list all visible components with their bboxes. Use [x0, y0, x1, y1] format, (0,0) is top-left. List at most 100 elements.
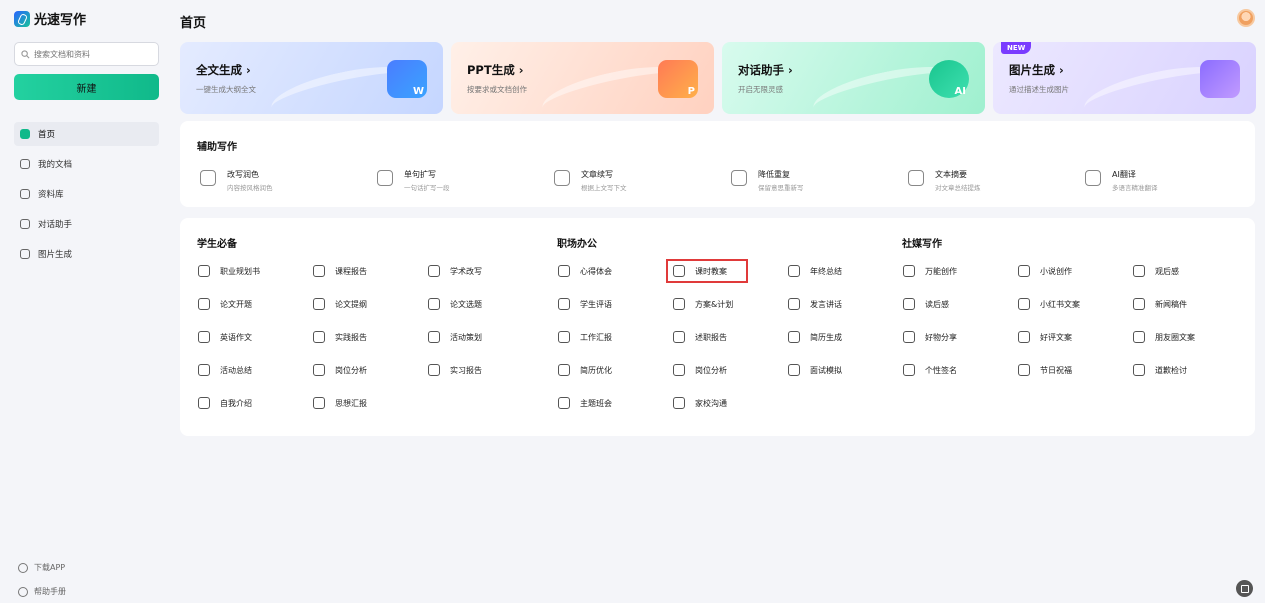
- tool-label: 好物分享: [925, 332, 957, 342]
- tool-label: 小说创作: [1040, 266, 1072, 276]
- tool-icon: [1133, 265, 1145, 277]
- tool-item[interactable]: 节日祝福: [1017, 361, 1132, 379]
- tool-label: 自我介绍: [220, 398, 252, 408]
- tool-item[interactable]: 发言讲话: [787, 295, 902, 313]
- summary-icon: [908, 170, 924, 186]
- download-app-label: 下载APP: [34, 563, 66, 572]
- tool-item[interactable]: 简历生成: [787, 328, 902, 346]
- tool-item[interactable]: 朋友圈文案: [1132, 328, 1247, 346]
- tool-icon: [1133, 364, 1145, 376]
- search-input[interactable]: [34, 49, 152, 59]
- tool-label: 万能创作: [925, 266, 957, 276]
- sidebar-item-image-generation[interactable]: 图片生成: [14, 242, 159, 266]
- tool-item[interactable]: 自我介绍: [197, 394, 312, 412]
- card-image-generation[interactable]: NEW 图片生成 › 通过描述生成图片: [993, 42, 1256, 114]
- assist-item-desc: 一句话扩写一段: [404, 184, 450, 192]
- logo-icon: [14, 10, 30, 27]
- tool-item[interactable]: 思想汇报: [312, 394, 427, 412]
- assist-item-translate[interactable]: AI翻译 多语言精准翻译: [1085, 169, 1262, 192]
- card-ppt-generation[interactable]: PPT生成 › 按要求或文档创作 P: [451, 42, 714, 114]
- section-title: 学生必备: [197, 239, 237, 250]
- tool-item[interactable]: 简历优化: [557, 361, 672, 379]
- tool-item[interactable]: 方案&计划: [672, 295, 787, 313]
- tool-item[interactable]: 面试模拟: [787, 361, 902, 379]
- assist-item-rewrite[interactable]: 改写润色 内容按风格润色: [200, 169, 377, 192]
- tool-item[interactable]: 论文开题: [197, 295, 312, 313]
- tool-label: 学术改写: [450, 266, 482, 276]
- tool-item[interactable]: 学生评语: [557, 295, 672, 313]
- tool-item[interactable]: 职业规划书: [197, 262, 312, 280]
- image-icon: [20, 249, 30, 259]
- sidebar-item-label: 资料库: [38, 190, 64, 200]
- tool-item[interactable]: 英语作文: [197, 328, 312, 346]
- tool-item[interactable]: 家校沟通: [672, 394, 787, 412]
- new-button[interactable]: 新建: [14, 74, 159, 100]
- assist-item-name: AI翻译: [1112, 170, 1136, 179]
- feedback-edit-button[interactable]: [1236, 580, 1253, 597]
- help-manual-link[interactable]: 帮助手册: [18, 586, 66, 597]
- search-box[interactable]: [14, 42, 159, 66]
- tool-item[interactable]: 观后感: [1132, 262, 1247, 280]
- tool-icon: [198, 397, 210, 409]
- tool-label: 读后感: [925, 299, 949, 309]
- tool-item[interactable]: 岗位分析: [312, 361, 427, 379]
- tool-item[interactable]: 活动策划: [427, 328, 542, 346]
- search-icon: [21, 49, 30, 58]
- section-student: 学生必备 职业规划书 课程报告 学术改写 论文开题 论文提纲 论文选题 英语作文 实践报告 活动…: [197, 235, 542, 412]
- tool-item[interactable]: 新闻稿件: [1132, 295, 1247, 313]
- tool-item[interactable]: 道歉检讨: [1132, 361, 1247, 379]
- tool-item[interactable]: 好物分享: [902, 328, 1017, 346]
- tool-item[interactable]: 实践报告: [312, 328, 427, 346]
- tool-item[interactable]: 课时教案: [666, 259, 748, 283]
- tool-icon: [428, 265, 440, 277]
- tool-item[interactable]: 好评文案: [1017, 328, 1132, 346]
- assist-tools: 改写润色 内容按风格润色 单句扩写 一句话扩写一段 文章续写 根据上文写下文 降低重复…: [200, 169, 1262, 192]
- tool-item[interactable]: 个性签名: [902, 361, 1017, 379]
- tool-label: 年终总结: [810, 266, 842, 276]
- tool-item[interactable]: 小说创作: [1017, 262, 1132, 280]
- tool-item[interactable]: 读后感: [902, 295, 1017, 313]
- tool-icon: [1133, 331, 1145, 343]
- assist-item-summary[interactable]: 文本摘要 对文章总结提炼: [908, 169, 1085, 192]
- tool-icon: [313, 265, 325, 277]
- tool-item[interactable]: 小红书文案: [1017, 295, 1132, 313]
- tool-item[interactable]: 工作汇报: [557, 328, 672, 346]
- tool-item[interactable]: 活动总结: [197, 361, 312, 379]
- tool-item[interactable]: 述职报告: [672, 328, 787, 346]
- sidebar-item-my-documents[interactable]: 我的文档: [14, 152, 159, 176]
- tool-icon: [673, 298, 685, 310]
- tool-item[interactable]: 心得体会: [557, 262, 672, 280]
- app-name: 光速写作: [34, 13, 87, 28]
- sidebar-item-library[interactable]: 资料库: [14, 182, 159, 206]
- sidebar-item-home[interactable]: 首页: [14, 122, 159, 146]
- tool-icon: [428, 364, 440, 376]
- tool-label: 节日祝福: [1040, 365, 1072, 375]
- tool-item[interactable]: 论文选题: [427, 295, 542, 313]
- tool-item[interactable]: 年终总结: [787, 262, 902, 280]
- tool-icon: [313, 364, 325, 376]
- assist-item-continue[interactable]: 文章续写 根据上文写下文: [554, 169, 731, 192]
- assist-item-dedup[interactable]: 降低重复 保留意思重新写: [731, 169, 908, 192]
- tool-icon: [903, 298, 915, 310]
- tool-item[interactable]: 论文提纲: [312, 295, 427, 313]
- tool-item[interactable]: 万能创作: [902, 262, 1017, 280]
- section-title: 辅助写作: [197, 142, 237, 153]
- card-full-text-generation[interactable]: 全文生成 › 一键生成大纲全文 W: [180, 42, 443, 114]
- card-chat-assistant[interactable]: 对话助手 › 开启无限灵感 AI: [722, 42, 985, 114]
- tool-item[interactable]: 主题班会: [557, 394, 672, 412]
- tool-label: 活动策划: [450, 332, 482, 342]
- tool-item[interactable]: 学术改写: [427, 262, 542, 280]
- app-logo[interactable]: 光速写作: [14, 9, 86, 28]
- avatar[interactable]: [1237, 9, 1255, 27]
- tool-item[interactable]: 实习报告: [427, 361, 542, 379]
- tool-item[interactable]: 课程报告: [312, 262, 427, 280]
- assist-item-name: 降低重复: [758, 170, 790, 179]
- tool-icon: [313, 397, 325, 409]
- sidebar-item-label: 对话助手: [38, 220, 73, 230]
- sidebar-item-chat-assistant[interactable]: 对话助手: [14, 212, 159, 236]
- assist-item-expand[interactable]: 单句扩写 一句话扩写一段: [377, 169, 554, 192]
- tool-item[interactable]: 岗位分析: [672, 361, 787, 379]
- assist-item-name: 文章续写: [581, 170, 613, 179]
- download-app-link[interactable]: 下载APP: [18, 562, 66, 573]
- document-icon: [20, 159, 30, 169]
